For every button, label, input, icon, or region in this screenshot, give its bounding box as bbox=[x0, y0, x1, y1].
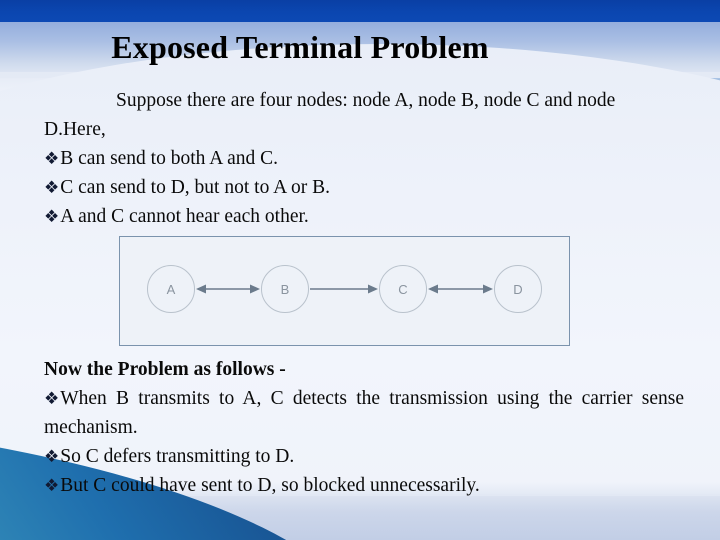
problem-section: Now the Problem as follows - ❖When B tra… bbox=[44, 355, 684, 500]
problem-heading: Now the Problem as follows - bbox=[44, 359, 286, 380]
intro-and-bullets: Suppose there are four nodes: node A, no… bbox=[44, 86, 680, 231]
node-label: D bbox=[513, 281, 523, 297]
diamond-bullet-icon: ❖ bbox=[44, 476, 60, 495]
link-c-d-double-arrow bbox=[428, 281, 493, 297]
node-label: A bbox=[166, 281, 176, 297]
bullet-item: ❖A and C cannot hear each other. bbox=[44, 202, 680, 231]
slide-title: Exposed Terminal Problem bbox=[111, 29, 489, 65]
node-label: C bbox=[398, 281, 408, 297]
bullet-item-label: B can send to both A and C. bbox=[60, 148, 278, 169]
link-b-c-single-arrow bbox=[310, 281, 378, 297]
bullet-item: ❖So C defers transmitting to D. bbox=[44, 442, 684, 471]
bullet-item-label: So C defers transmitting to D. bbox=[60, 446, 295, 467]
diagram-node-a: A bbox=[147, 265, 195, 313]
diagram-node-d: D bbox=[494, 265, 542, 313]
intro-paragraph: Suppose there are four nodes: node A, no… bbox=[44, 90, 616, 140]
bullet-item-label: A and C cannot hear each other. bbox=[60, 206, 309, 227]
bullet-item: ❖When B transmits to A, C detects the tr… bbox=[44, 384, 684, 442]
bullet-item-label: When B transmits to A, C detects the tra… bbox=[44, 388, 684, 438]
node-label: B bbox=[280, 281, 290, 297]
diamond-bullet-icon: ❖ bbox=[44, 447, 60, 466]
bullet-item: ❖C can send to D, but not to A or B. bbox=[44, 173, 680, 202]
bullet-item-label: But C could have sent to D, so blocked u… bbox=[60, 475, 480, 496]
diamond-bullet-icon: ❖ bbox=[44, 149, 60, 168]
diamond-bullet-icon: ❖ bbox=[44, 178, 60, 197]
slide: Exposed Terminal Problem Suppose there a… bbox=[0, 0, 720, 540]
link-a-b-double-arrow bbox=[196, 281, 260, 297]
diamond-bullet-icon: ❖ bbox=[44, 389, 60, 408]
bullet-item: ❖B can send to both A and C. bbox=[44, 144, 680, 173]
diamond-bullet-icon: ❖ bbox=[44, 207, 60, 226]
bullet-item: ❖But C could have sent to D, so blocked … bbox=[44, 471, 684, 500]
diagram-node-b: B bbox=[261, 265, 309, 313]
slide-content: Exposed Terminal Problem Suppose there a… bbox=[0, 0, 720, 540]
diagram-node-c: C bbox=[379, 265, 427, 313]
bullet-item-label: C can send to D, but not to A or B. bbox=[60, 177, 330, 198]
